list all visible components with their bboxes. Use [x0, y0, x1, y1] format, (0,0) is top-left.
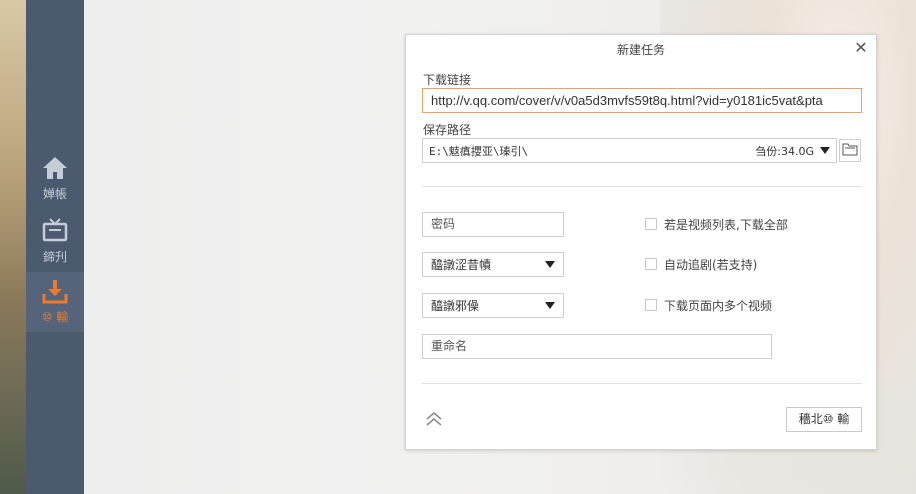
- sidebar-item-label: 婵帳: [42, 187, 67, 201]
- browse-folder-button[interactable]: [839, 139, 861, 162]
- home-icon: [41, 155, 69, 181]
- collapse-button[interactable]: [424, 410, 444, 428]
- option-select-1[interactable]: 醯譈涩昔幘: [422, 252, 564, 277]
- password-input[interactable]: 密码: [422, 212, 564, 237]
- save-path-select[interactable]: E:\鬾瘨攖亚\瑧引\ 刍份:34.0G: [422, 138, 837, 163]
- divider: [422, 383, 862, 384]
- checkbox-label: 若是视频列表,下载全部: [664, 217, 788, 232]
- checkbox-label: 下载页面内多个视频: [664, 298, 773, 313]
- dialog-title: 新建任务: [616, 43, 665, 57]
- sidebar-item-label: ⑩ 輸: [41, 310, 69, 324]
- select-value: 醯譈邪僺: [431, 299, 480, 313]
- checkbox-label: 自动追剧(若支持): [664, 257, 758, 272]
- sidebar-item-home[interactable]: 婵帳: [26, 155, 84, 215]
- double-chevron-up-icon: [424, 412, 444, 431]
- save-path-value: E:\鬾瘨攖亚\瑧引\: [429, 144, 529, 158]
- close-icon[interactable]: ✕: [854, 40, 868, 56]
- sidebar-item-download[interactable]: ⑩ 輸: [26, 272, 84, 332]
- tv-icon: [41, 216, 69, 244]
- folder-icon: [842, 142, 858, 159]
- url-input[interactable]: http://v.qq.com/cover/v/v0a5d3mvfs59t8q.…: [422, 88, 862, 113]
- option-select-2[interactable]: 醯譈邪僺: [422, 293, 564, 318]
- free-space-text: 刍份:34.0G: [755, 144, 814, 158]
- auto-follow-checkbox[interactable]: 自动追剧(若支持): [645, 256, 757, 272]
- download-icon: [41, 278, 69, 304]
- start-download-button[interactable]: 穡北⑩ 輸: [786, 407, 862, 432]
- divider: [422, 186, 862, 187]
- sidebar: 婵帳 鍗刋 ⑩ 輸: [26, 0, 84, 494]
- checkbox-box: [645, 218, 657, 230]
- checkbox-box: [645, 299, 657, 311]
- chevron-down-icon: [545, 302, 555, 309]
- select-value: 醯譈涩昔幘: [431, 258, 492, 272]
- background-photo-left: [0, 0, 26, 494]
- url-label: 下载链接: [423, 73, 472, 87]
- checkbox-box: [645, 258, 657, 270]
- chevron-down-icon: [545, 261, 555, 268]
- chevron-down-icon: [820, 147, 830, 154]
- sidebar-item-tv[interactable]: 鍗刋: [26, 216, 84, 276]
- new-task-dialog: 新建任务 ✕ 下载链接 http://v.qq.com/cover/v/v0a5…: [405, 34, 877, 450]
- rename-input[interactable]: 重命名: [422, 334, 772, 359]
- download-all-checkbox[interactable]: 若是视频列表,下载全部: [645, 216, 788, 232]
- sidebar-item-label: 鍗刋: [42, 250, 67, 264]
- multi-video-checkbox[interactable]: 下载页面内多个视频: [645, 297, 772, 313]
- path-label: 保存路径: [423, 123, 472, 137]
